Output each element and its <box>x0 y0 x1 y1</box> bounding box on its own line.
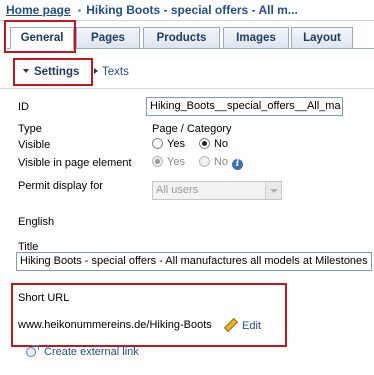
id-input[interactable]: Hiking_Boots__special_offers__All_ma <box>146 97 343 116</box>
visible-radio-group: Yes No <box>152 138 242 150</box>
breadcrumb-home-link[interactable]: Home page <box>6 3 71 17</box>
visible-no-option[interactable]: No <box>198 138 229 150</box>
create-external-link[interactable]: Create external link <box>26 345 139 358</box>
permit-display-label: Permit display for <box>18 180 103 192</box>
tab-products-label: Products <box>156 32 207 44</box>
subtab-texts[interactable]: Texts <box>94 63 129 81</box>
permit-display-value: All users <box>156 184 199 196</box>
visible-no-radio[interactable] <box>198 138 210 149</box>
tab-pages-label: Pages <box>91 32 125 44</box>
tab-pages[interactable]: Pages <box>76 27 140 48</box>
tab-layout-label: Layout <box>303 32 341 44</box>
tab-images[interactable]: Images <box>223 27 289 48</box>
visible-in-element-yes-radio <box>152 156 163 167</box>
title-input[interactable]: Hiking Boots - special offers - All manu… <box>16 252 372 271</box>
visible-yes-option[interactable]: Yes <box>152 138 185 150</box>
visible-yes-label: Yes <box>167 138 185 150</box>
tab-images-label: Images <box>236 32 276 44</box>
breadcrumb: Home page • Hiking Boots - special offers … <box>6 3 298 17</box>
visible-in-element-no-radio <box>198 156 210 167</box>
type-label: Type <box>18 123 42 135</box>
pencil-icon <box>222 317 238 331</box>
breadcrumb-current-page: Hiking Boots - special offers - All m... <box>86 3 298 17</box>
language-heading: English <box>18 216 55 228</box>
type-value: Page / Category <box>152 123 232 135</box>
edit-link-label: Edit <box>242 320 261 332</box>
general-tab-highlight <box>4 20 76 53</box>
id-label: ID <box>18 101 29 113</box>
breadcrumb-separator: • <box>77 6 82 17</box>
short-url-label: Short URL <box>18 292 70 304</box>
short-url-text: www.heikonummereins.de/Hiking-Boots <box>18 319 212 331</box>
subtab-divider <box>0 88 374 89</box>
visible-in-page-element-label: Visible in page element <box>18 157 132 169</box>
tab-layout[interactable]: Layout <box>291 27 353 48</box>
external-link-icon <box>26 345 40 357</box>
visible-in-element-yes-option: Yes <box>152 156 185 168</box>
edit-short-url-button[interactable]: Edit <box>222 317 261 332</box>
info-icon[interactable]: i <box>232 159 244 170</box>
visible-in-element-radio-group: Yes No i <box>152 156 244 170</box>
dropdown-arrow-icon <box>265 182 281 199</box>
visible-no-label: No <box>213 138 229 150</box>
subtab-texts-label: Texts <box>102 66 129 78</box>
settings-subtab-highlight <box>13 58 93 86</box>
create-external-link-label: Create external link <box>44 346 139 358</box>
visible-label: Visible <box>18 139 51 151</box>
chevron-right-icon <box>94 68 98 75</box>
visible-in-element-no-option: No <box>198 156 229 168</box>
visible-in-element-no-label: No <box>213 156 229 168</box>
short-url-value: www.heikonummereins.de/Hiking-Boots <box>18 319 212 331</box>
visible-in-element-yes-label: Yes <box>167 156 185 168</box>
tab-products[interactable]: Products <box>143 27 220 48</box>
permit-display-select: All users <box>152 181 282 200</box>
visible-yes-radio[interactable] <box>152 138 163 149</box>
